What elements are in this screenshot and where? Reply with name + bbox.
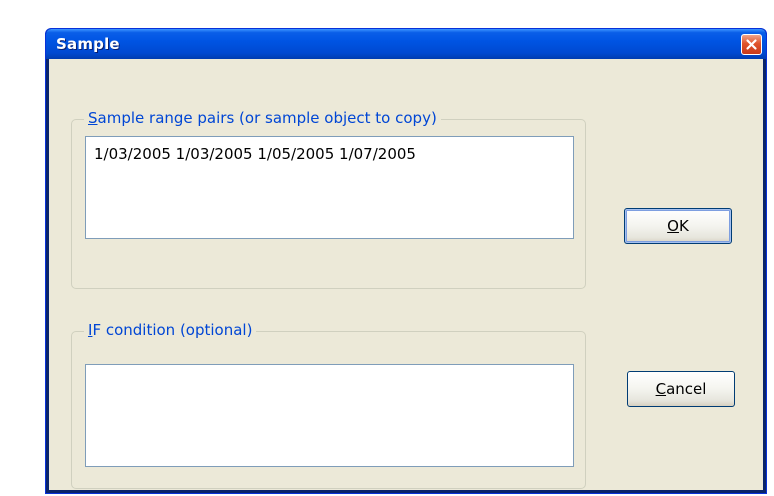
close-icon bbox=[746, 39, 757, 50]
dialog-body: Sample range pairs (or sample object to … bbox=[49, 59, 763, 490]
cancel-button[interactable]: Cancel bbox=[627, 371, 735, 407]
sample-range-label: Sample range pairs (or sample object to … bbox=[84, 109, 441, 127]
sample-range-input[interactable]: 1/03/2005 1/03/2005 1/05/2005 1/07/2005 bbox=[85, 136, 574, 239]
dialog-title: Sample bbox=[56, 35, 120, 53]
cancel-button-label: Cancel bbox=[655, 380, 707, 398]
close-button[interactable] bbox=[741, 34, 762, 55]
ok-button-label: OK bbox=[667, 217, 689, 235]
if-condition-label: IF condition (optional) bbox=[84, 321, 257, 339]
sample-dialog: Sample Sample range pairs (or sample obj… bbox=[45, 28, 767, 494]
if-condition-input[interactable] bbox=[85, 364, 574, 467]
title-bar[interactable]: Sample bbox=[46, 29, 766, 59]
ok-button[interactable]: OK bbox=[624, 208, 732, 244]
